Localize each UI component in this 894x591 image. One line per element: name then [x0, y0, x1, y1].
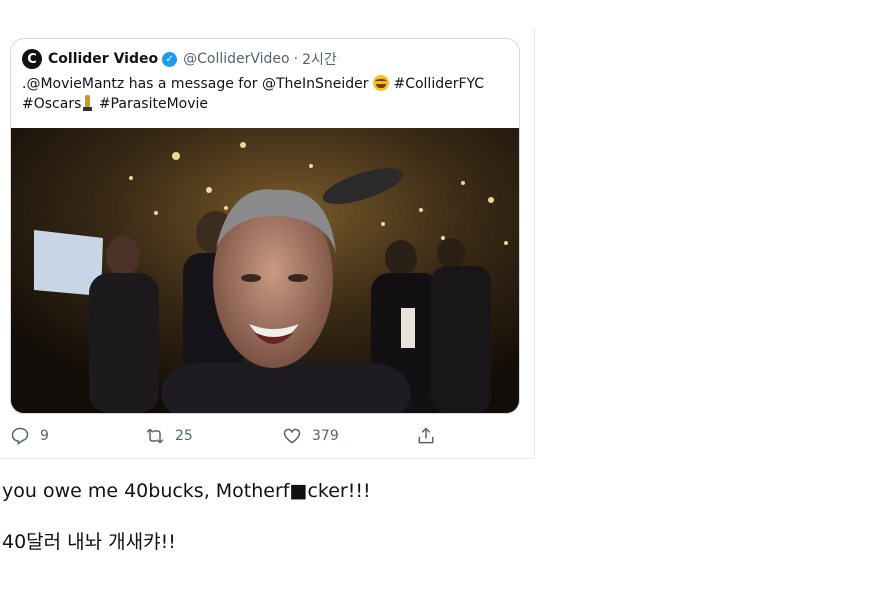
share-button[interactable] [416, 426, 446, 446]
separator-dot: · [293, 51, 299, 67]
hashtag-oscars[interactable]: #Oscars [22, 96, 81, 112]
avatar[interactable]: C [22, 49, 42, 69]
quoted-tweet-header: C Collider Video ✓ @ColliderVideo · 2시간 [22, 49, 337, 69]
tweet-text-line1: .@MovieMantz has a message for @TheInSne… [22, 76, 369, 92]
handle[interactable]: @ColliderVideo [183, 51, 290, 67]
retweet-count: 25 [175, 428, 193, 444]
reply-icon [11, 427, 29, 445]
embedded-tweet: C Collider Video ✓ @ColliderVideo · 2시간 … [0, 28, 535, 459]
retweet-icon [146, 428, 164, 444]
like-count: 379 [312, 428, 339, 444]
heart-icon [283, 428, 301, 444]
timestamp[interactable]: 2시간 [302, 49, 337, 69]
reply-button[interactable]: 9 [10, 426, 49, 446]
caption-english: you owe me 40bucks, Motherf■cker!!! [2, 480, 371, 502]
like-button[interactable]: 379 [282, 426, 339, 446]
oscar-statue-icon [83, 95, 93, 111]
hashtag-parasitemovie[interactable]: #ParasiteMovie [99, 96, 208, 112]
hashtag-colliderfyc[interactable]: #ColliderFYC [393, 76, 484, 92]
tweet-actions: 9 25 379 [0, 426, 534, 450]
tweet-text: .@MovieMantz has a message for @TheInSne… [22, 74, 512, 114]
laughing-emoji-icon [373, 75, 390, 91]
video-player[interactable] [11, 128, 519, 413]
verified-badge-icon: ✓ [162, 51, 178, 67]
caption-korean: 40달러 내놔 개새캬!! [2, 531, 176, 553]
quoted-tweet[interactable]: C Collider Video ✓ @ColliderVideo · 2시간 … [10, 38, 520, 414]
retweet-button[interactable]: 25 [145, 426, 193, 446]
video-frame [11, 128, 519, 413]
share-icon [418, 427, 434, 444]
display-name[interactable]: Collider Video [48, 51, 158, 67]
reply-count: 9 [40, 428, 49, 444]
